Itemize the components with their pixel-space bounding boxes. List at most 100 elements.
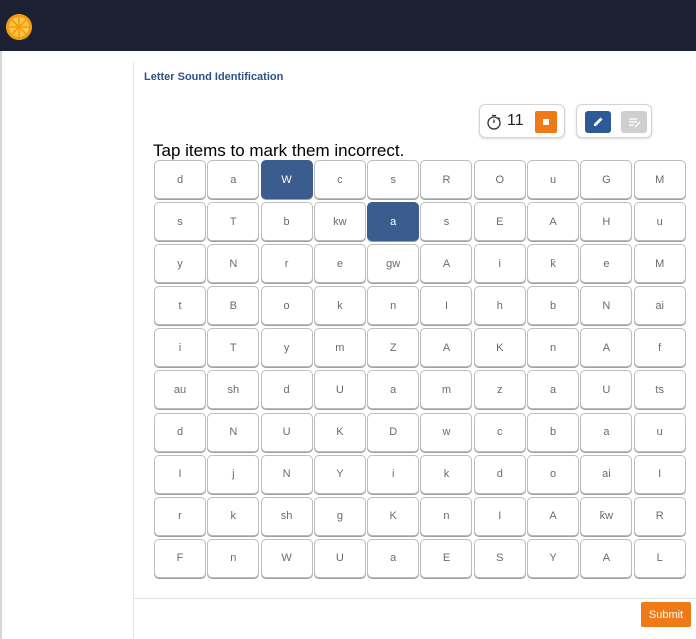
grid-item[interactable]: U bbox=[580, 370, 633, 410]
grid-item[interactable]: a bbox=[207, 160, 260, 199]
grid-item[interactable]: m bbox=[313, 328, 366, 368]
grid-item[interactable]: W bbox=[260, 160, 313, 199]
grid-item[interactable]: a bbox=[367, 202, 420, 242]
grid-item[interactable]: A bbox=[420, 328, 473, 368]
grid-item[interactable]: A bbox=[420, 244, 473, 284]
grid-item[interactable]: ai bbox=[633, 286, 686, 326]
grid-item[interactable]: B bbox=[207, 286, 260, 326]
grid-item[interactable]: h bbox=[473, 286, 526, 326]
grid-item[interactable]: M bbox=[633, 160, 686, 199]
grid-item[interactable]: c bbox=[313, 160, 366, 199]
grid-item[interactable]: j bbox=[207, 454, 260, 494]
grid-item[interactable]: d bbox=[473, 454, 526, 494]
grid-item[interactable]: U bbox=[313, 538, 366, 578]
grid-item[interactable]: n bbox=[420, 496, 473, 536]
stop-button[interactable] bbox=[535, 111, 557, 133]
grid-item[interactable]: I bbox=[473, 496, 526, 536]
grid-item[interactable]: k bbox=[313, 286, 366, 326]
grid-item[interactable]: i bbox=[367, 454, 420, 494]
grid-item[interactable]: y bbox=[154, 244, 206, 284]
grid-item[interactable]: sh bbox=[207, 370, 260, 410]
grid-item[interactable]: A bbox=[580, 328, 633, 368]
grid-item[interactable]: u bbox=[633, 412, 686, 452]
grid-item[interactable]: K bbox=[473, 328, 526, 368]
grid-item[interactable]: I bbox=[154, 454, 206, 494]
grid-item[interactable]: L bbox=[633, 538, 686, 578]
grid-item[interactable]: n bbox=[527, 328, 580, 368]
grid-item[interactable]: W bbox=[260, 538, 313, 578]
grid-item[interactable]: s bbox=[420, 202, 473, 242]
grid-item[interactable]: A bbox=[580, 538, 633, 578]
grid-item[interactable]: T bbox=[207, 328, 260, 368]
grid-item[interactable]: t bbox=[154, 286, 206, 326]
grid-item[interactable]: b bbox=[527, 412, 580, 452]
grid-item[interactable]: U bbox=[313, 370, 366, 410]
grid-item[interactable]: r bbox=[260, 244, 313, 284]
grid-item[interactable]: K bbox=[313, 412, 366, 452]
submit-button[interactable]: Submit bbox=[641, 602, 691, 627]
grid-item[interactable]: s bbox=[367, 160, 420, 199]
grid-item[interactable]: S bbox=[473, 538, 526, 578]
grid-item[interactable]: O bbox=[473, 160, 526, 199]
orange-slice-icon[interactable] bbox=[6, 14, 32, 40]
grid-item[interactable]: I bbox=[633, 454, 686, 494]
grid-item[interactable]: ts bbox=[633, 370, 686, 410]
grid-item[interactable]: u bbox=[633, 202, 686, 242]
grid-item[interactable]: k̄w bbox=[580, 496, 633, 536]
grid-item[interactable]: ai bbox=[580, 454, 633, 494]
grid-item[interactable]: D bbox=[367, 412, 420, 452]
grid-item[interactable]: w bbox=[420, 412, 473, 452]
grid-item[interactable]: Z bbox=[367, 328, 420, 368]
grid-item[interactable]: N bbox=[260, 454, 313, 494]
grid-item[interactable]: d bbox=[154, 160, 206, 199]
grid-item[interactable]: o bbox=[260, 286, 313, 326]
grid-item[interactable]: b bbox=[527, 286, 580, 326]
grid-item[interactable]: G bbox=[580, 160, 633, 199]
grid-item[interactable]: N bbox=[207, 412, 260, 452]
grid-item[interactable]: r bbox=[154, 496, 206, 536]
grid-item[interactable]: s bbox=[154, 202, 206, 242]
grid-item[interactable]: b bbox=[260, 202, 313, 242]
grid-item[interactable]: U bbox=[260, 412, 313, 452]
grid-item[interactable]: T bbox=[207, 202, 260, 242]
grid-item[interactable]: u bbox=[527, 160, 580, 199]
grid-item[interactable]: y bbox=[260, 328, 313, 368]
grid-item[interactable]: z bbox=[473, 370, 526, 410]
grid-item[interactable]: A bbox=[527, 202, 580, 242]
grid-item[interactable]: gw bbox=[367, 244, 420, 284]
grid-item[interactable]: n bbox=[367, 286, 420, 326]
grid-item[interactable]: kw bbox=[313, 202, 366, 242]
notes-mode-button[interactable] bbox=[621, 111, 647, 133]
grid-item[interactable]: F bbox=[154, 538, 206, 578]
grid-item[interactable]: K bbox=[367, 496, 420, 536]
grid-item[interactable]: A bbox=[527, 496, 580, 536]
grid-item[interactable]: au bbox=[154, 370, 206, 410]
grid-item[interactable]: R bbox=[420, 160, 473, 199]
grid-item[interactable]: sh bbox=[260, 496, 313, 536]
grid-item[interactable]: o bbox=[527, 454, 580, 494]
grid-item[interactable]: Y bbox=[527, 538, 580, 578]
grid-item[interactable]: k̄ bbox=[527, 244, 580, 284]
grid-item[interactable]: R bbox=[633, 496, 686, 536]
grid-item[interactable]: m bbox=[420, 370, 473, 410]
grid-item[interactable]: e bbox=[580, 244, 633, 284]
grid-item[interactable]: e bbox=[313, 244, 366, 284]
grid-item[interactable]: c bbox=[473, 412, 526, 452]
grid-item[interactable]: f bbox=[633, 328, 686, 368]
grid-item[interactable]: Y bbox=[313, 454, 366, 494]
grid-item[interactable]: E bbox=[473, 202, 526, 242]
grid-item[interactable]: N bbox=[580, 286, 633, 326]
pencil-mode-button[interactable] bbox=[585, 111, 611, 133]
grid-item[interactable]: i bbox=[473, 244, 526, 284]
grid-item[interactable]: g bbox=[313, 496, 366, 536]
grid-item[interactable]: E bbox=[420, 538, 473, 578]
grid-item[interactable]: H bbox=[580, 202, 633, 242]
grid-item[interactable]: a bbox=[367, 538, 420, 578]
grid-item[interactable]: a bbox=[527, 370, 580, 410]
grid-item[interactable]: N bbox=[207, 244, 260, 284]
grid-item[interactable]: a bbox=[580, 412, 633, 452]
grid-item[interactable]: n bbox=[207, 538, 260, 578]
grid-item[interactable]: k bbox=[420, 454, 473, 494]
grid-item[interactable]: d bbox=[260, 370, 313, 410]
grid-item[interactable]: i bbox=[154, 328, 206, 368]
